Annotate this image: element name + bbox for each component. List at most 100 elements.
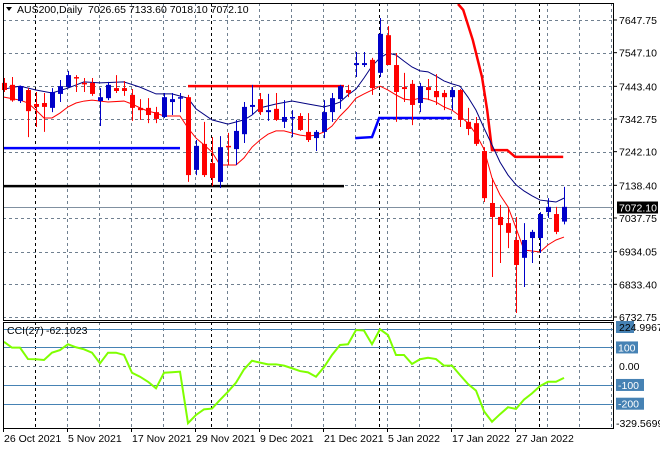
candle-body <box>250 104 255 107</box>
candle <box>226 132 231 166</box>
candle <box>354 52 359 78</box>
candle <box>2 78 7 92</box>
candle-body <box>330 98 335 113</box>
candle <box>330 92 335 122</box>
candle <box>434 74 439 105</box>
cci-series <box>3 327 565 426</box>
candle-body <box>298 115 303 130</box>
candle-body <box>2 82 7 91</box>
candle-body <box>482 151 487 199</box>
candle <box>498 204 503 264</box>
candle-body <box>562 206 567 222</box>
candle <box>114 75 119 93</box>
candle-body <box>146 107 151 116</box>
candle-body <box>274 108 279 120</box>
candle <box>194 140 199 176</box>
candle-body <box>514 239 519 265</box>
candle <box>282 100 287 129</box>
candle-body <box>202 143 207 176</box>
candle-body <box>282 116 287 122</box>
candle-body <box>554 214 559 232</box>
candle-body <box>506 223 511 233</box>
candle-body <box>18 86 23 102</box>
candle-body <box>338 86 343 100</box>
candle-body <box>458 90 463 120</box>
candle-body <box>314 131 319 139</box>
candles <box>2 17 567 314</box>
candle-body <box>538 214 543 239</box>
chart-header: AUS200,Daily 7026.65 7133.60 7018.10 707… <box>6 4 249 16</box>
candle <box>418 82 423 113</box>
candle-body <box>346 90 351 93</box>
cci-header: CCI(27) -62.1023 <box>7 325 88 337</box>
candle-body <box>98 97 103 102</box>
candle-body <box>154 112 159 119</box>
candle-body <box>322 112 327 132</box>
level-trail-blue <box>355 116 452 140</box>
candle-body <box>450 90 455 98</box>
price-tick-label: 7342.75 <box>619 114 657 126</box>
chart-canvas[interactable]: 7647.75 7547.10 7443.40 7342.75 7242.10 7138.… <box>0 0 660 450</box>
cci-title: CCI(27) <box>7 325 44 337</box>
candle-body <box>58 86 63 94</box>
candle-body <box>378 33 383 73</box>
candle <box>474 116 479 146</box>
candle-body <box>66 75 71 88</box>
date-tick-label: 5 Jan 2022 <box>388 433 440 445</box>
candle-body <box>394 65 399 92</box>
candle <box>362 52 367 67</box>
candle-body <box>138 107 143 111</box>
candle <box>58 79 63 103</box>
candle <box>82 78 87 92</box>
candle <box>514 216 519 314</box>
candle <box>162 92 167 118</box>
candle-body <box>498 216 503 226</box>
dropdown-triangle-icon[interactable] <box>6 7 12 11</box>
candle <box>186 94 191 182</box>
candle <box>554 206 559 235</box>
candle-body <box>178 97 183 99</box>
date-tick-label: 21 Dec 2021 <box>324 433 384 445</box>
price-tick-label: 6833.40 <box>619 279 657 291</box>
candle-body <box>74 77 79 79</box>
candle <box>274 92 279 121</box>
cci-min-label: -329.5699 <box>616 418 660 430</box>
cci-max-label: 224.9967 <box>619 322 660 334</box>
candle <box>98 88 103 127</box>
price-tick-label: 7647.75 <box>619 15 657 27</box>
candle <box>306 113 311 142</box>
candle <box>122 80 127 96</box>
price-tick-label: 7138.40 <box>619 180 657 192</box>
candle <box>42 92 47 132</box>
candle <box>74 75 79 92</box>
candle-body <box>546 206 551 213</box>
candle <box>402 72 407 103</box>
candle <box>258 92 263 116</box>
date-tick-label: 5 Nov 2021 <box>68 433 122 445</box>
candle <box>530 229 535 264</box>
candle-body <box>522 239 527 258</box>
main-grid <box>3 3 613 320</box>
cci-zero-label: 0.00 <box>619 361 640 373</box>
price-tick-label: 7037.75 <box>619 213 657 225</box>
candle-body <box>226 145 231 148</box>
candle <box>538 212 543 253</box>
candle <box>394 53 399 122</box>
date-tick-label: 9 Dec 2021 <box>260 433 314 445</box>
candle <box>378 17 383 78</box>
candle <box>26 88 31 138</box>
candle-body <box>170 99 175 103</box>
candle-body <box>266 110 271 113</box>
cci-line <box>3 327 565 426</box>
date-tick-label: 17 Nov 2021 <box>132 433 192 445</box>
candle-body <box>442 92 447 98</box>
candle <box>314 129 319 152</box>
candle-body <box>186 97 191 176</box>
symbol-label: AUS200,Daily <box>17 4 83 16</box>
candle-body <box>362 63 367 66</box>
candle <box>90 78 95 96</box>
cci-level-label: 100 <box>618 342 636 354</box>
candle <box>66 70 71 89</box>
price-tick-label: 6934.05 <box>619 247 657 259</box>
candle <box>298 113 303 131</box>
